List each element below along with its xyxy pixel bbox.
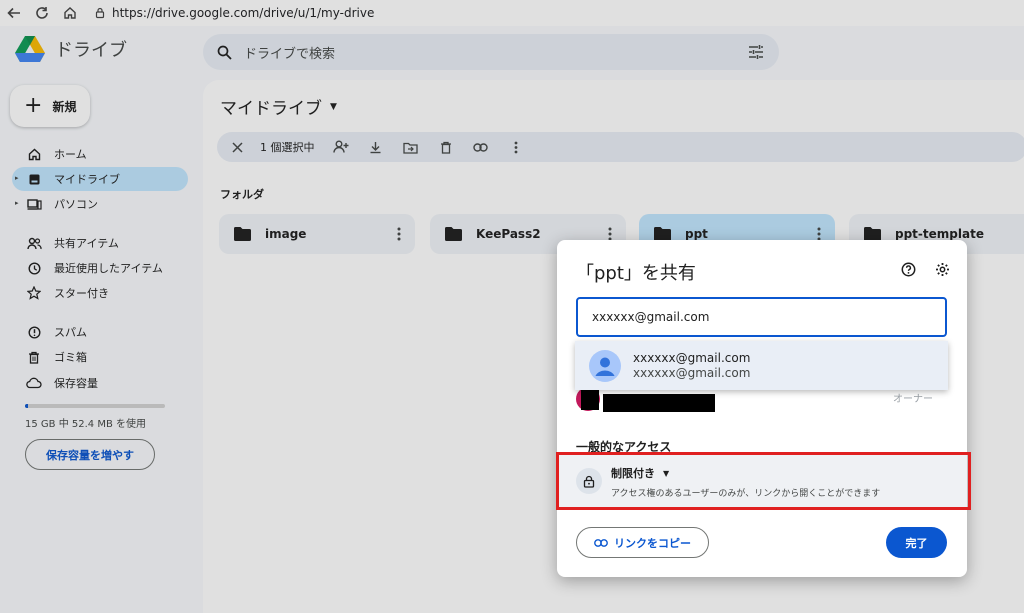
annotation-highlight-box <box>556 452 971 510</box>
help-icon <box>901 262 916 277</box>
settings-button[interactable] <box>935 262 950 281</box>
share-dialog: 「ppt」を共有 オーナー xxxxxx@gmail.com xxxxxx@gm… <box>557 240 967 577</box>
copy-link-label: リンクをコピー <box>614 536 691 550</box>
suggestion-text: xxxxxx@gmail.com xxxxxx@gmail.com <box>633 351 750 381</box>
help-button[interactable] <box>901 262 916 281</box>
done-button[interactable]: 完了 <box>886 527 947 558</box>
email-suggestion[interactable]: xxxxxx@gmail.com xxxxxx@gmail.com <box>575 341 948 390</box>
dialog-title: 「ppt」を共有 <box>576 263 696 284</box>
account-avatar-icon <box>589 349 621 382</box>
copy-link-button[interactable]: リンクをコピー <box>576 527 709 558</box>
suggestion-email: xxxxxx@gmail.com <box>633 365 751 380</box>
suggestion-name: xxxxxx@gmail.com <box>633 350 751 365</box>
add-people-input[interactable] <box>576 297 947 337</box>
gear-icon <box>936 263 949 276</box>
owner-role: オーナー <box>893 394 933 405</box>
link-icon <box>594 538 608 547</box>
redacted-block <box>603 394 715 412</box>
